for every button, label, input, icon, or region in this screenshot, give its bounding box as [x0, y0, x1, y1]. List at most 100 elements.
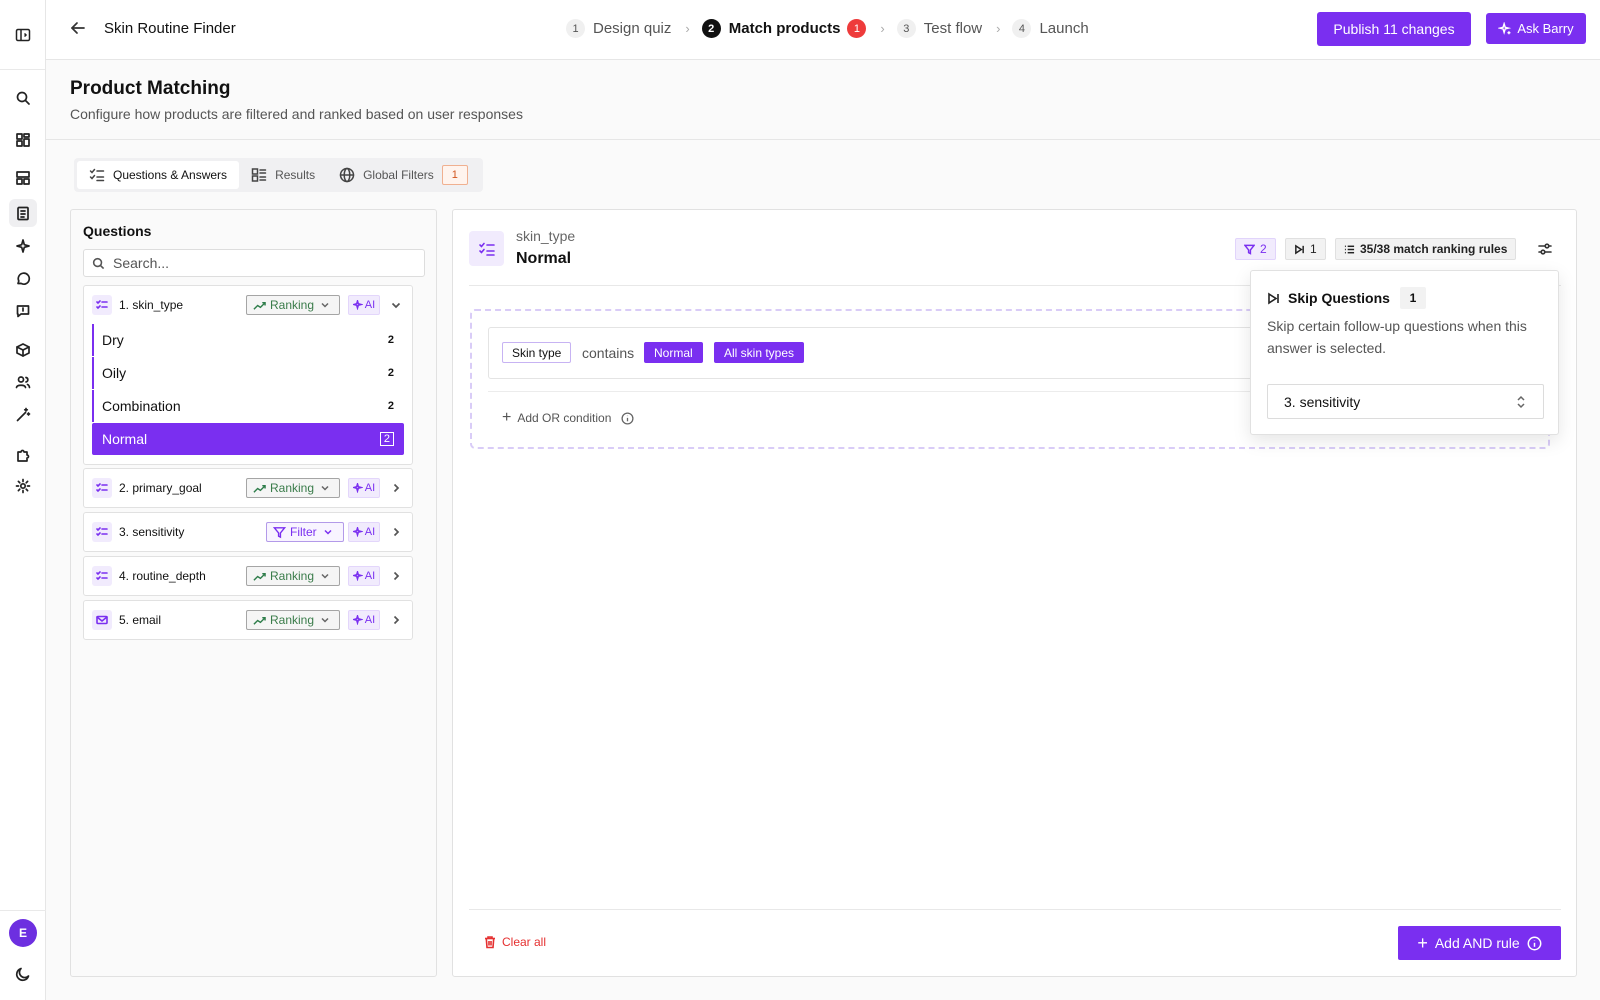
sparkles-icon[interactable]: [9, 232, 37, 260]
step-design-quiz[interactable]: 1 Design quiz: [566, 19, 671, 38]
select-value: 3. sensitivity: [1284, 393, 1361, 410]
mode-dropdown[interactable]: Ranking: [246, 478, 340, 498]
mode-label: Ranking: [270, 481, 315, 495]
chat-icon[interactable]: [9, 265, 37, 293]
message-square-icon[interactable]: [9, 297, 37, 325]
users-icon[interactable]: [9, 368, 37, 396]
search-icon: [92, 257, 105, 269]
step-number: 3: [896, 19, 916, 38]
mode-dropdown[interactable]: Ranking: [246, 566, 340, 586]
search-icon[interactable]: [9, 84, 37, 112]
question-item[interactable]: 5. email Ranking AI: [83, 600, 413, 640]
chevron-right-icon[interactable]: [390, 570, 402, 582]
top-bar: Skin Routine Finder 1 Design quiz › 2 Ma…: [46, 0, 1600, 60]
ai-badge[interactable]: AI: [348, 478, 380, 498]
tab-global-filters[interactable]: Global Filters 1: [327, 161, 480, 189]
ai-label: AI: [364, 570, 376, 582]
search-input[interactable]: [113, 255, 413, 271]
question-item[interactable]: 2. primary_goal Ranking AI: [83, 468, 413, 508]
mode-dropdown[interactable]: Ranking: [246, 610, 340, 630]
mode-label: Ranking: [270, 613, 315, 627]
skip-question-select[interactable]: 3. sensitivity: [1267, 384, 1544, 419]
back-arrow-icon[interactable]: [68, 18, 88, 38]
sparkles-icon: [352, 527, 363, 537]
sparkles-icon: [352, 300, 363, 310]
mode-dropdown[interactable]: Ranking: [246, 295, 340, 315]
dashboard-icon[interactable]: [9, 126, 37, 154]
step-match-products[interactable]: 2 Match products 1: [701, 19, 867, 38]
mode-label: Ranking: [270, 569, 315, 583]
question-item[interactable]: 3. sensitivity Filter AI: [83, 512, 413, 552]
sparkles-icon: [352, 615, 363, 625]
rule-attribute[interactable]: Skin type: [502, 342, 572, 363]
skip-count-chip[interactable]: 1: [1285, 238, 1326, 260]
ask-barry-button[interactable]: Ask Barry: [1486, 13, 1586, 44]
avatar[interactable]: E: [9, 919, 37, 947]
answer-count: 2: [387, 400, 394, 412]
magic-wand-icon[interactable]: [9, 401, 37, 429]
page-title: Product Matching: [70, 78, 231, 99]
question-label: 1. skin_type: [119, 298, 184, 312]
question-item[interactable]: 4. routine_depth Ranking AI: [83, 556, 413, 596]
clear-all-label: Clear all: [502, 935, 547, 949]
quiz-clipboard-icon[interactable]: [9, 199, 37, 227]
step-label: Design quiz: [593, 20, 672, 37]
rule-value-tag[interactable]: Normal: [644, 342, 703, 363]
answer-item-normal[interactable]: Normal 2: [92, 423, 404, 455]
sliders-icon[interactable]: [1537, 241, 1553, 257]
answer-item-combination[interactable]: Combination 2: [92, 390, 404, 422]
step-test-flow[interactable]: 3 Test flow: [896, 19, 983, 38]
question-label: 4. routine_depth: [119, 569, 206, 583]
step-badge: 1: [847, 19, 867, 38]
search-box: [83, 249, 425, 277]
ai-badge[interactable]: AI: [348, 522, 380, 542]
tab-questions-answers[interactable]: Questions & Answers: [77, 161, 240, 189]
gear-icon[interactable]: [9, 472, 37, 500]
step-number: 2: [701, 19, 721, 38]
page-subtitle: Configure how products are filtered and …: [70, 106, 523, 122]
ai-badge[interactable]: AI: [348, 610, 380, 630]
page-header: Product Matching Configure how products …: [46, 60, 1600, 140]
clear-all-button[interactable]: Clear all: [483, 935, 546, 949]
step-label: Test flow: [923, 20, 983, 37]
puzzle-icon[interactable]: [9, 441, 37, 469]
rule-value-tag[interactable]: All skin types: [714, 342, 805, 363]
ai-badge[interactable]: AI: [348, 295, 380, 315]
box-icon[interactable]: [9, 336, 37, 364]
chevron-right-icon[interactable]: [390, 482, 402, 494]
add-or-condition-button[interactable]: + Add OR condition: [502, 410, 634, 426]
mode-dropdown[interactable]: Filter: [266, 522, 344, 542]
mode-label: Filter: [290, 525, 317, 539]
rail-header: [0, 0, 45, 70]
answer-item-dry[interactable]: Dry 2: [92, 324, 404, 356]
skip-questions-popover: Skip Questions 1 Skip certain follow-up …: [1250, 270, 1559, 435]
trending-up-icon: [253, 301, 266, 310]
sidebar-toggle-icon[interactable]: [15, 27, 31, 43]
checklist-icon: [92, 566, 112, 586]
ai-badge[interactable]: AI: [348, 566, 380, 586]
checklist-icon: [92, 522, 112, 542]
sparkles-icon: [1498, 21, 1512, 35]
popover-header: Skip Questions 1: [1267, 287, 1426, 309]
layout-icon[interactable]: [9, 164, 37, 192]
question-header[interactable]: 1. skin_type Ranking AI: [84, 286, 412, 324]
tab-results[interactable]: Results: [239, 161, 327, 189]
chevron-right-icon[interactable]: [390, 614, 402, 626]
ranking-rules-chip[interactable]: 35/38 match ranking rules: [1335, 238, 1517, 260]
chevron-right-icon: ›: [996, 21, 1001, 36]
question-key: skin_type: [516, 228, 576, 244]
filter-count-chip[interactable]: 2: [1235, 238, 1276, 260]
chevron-down-icon: [321, 573, 329, 579]
question-item: 1. skin_type Ranking AI Dry 2 Oily 2 Com…: [83, 285, 413, 465]
chevron-right-icon[interactable]: [390, 526, 402, 538]
rule-operator[interactable]: contains: [582, 345, 634, 361]
chevron-down-icon[interactable]: [390, 299, 402, 311]
answer-label: Combination: [102, 398, 181, 414]
add-and-rule-button[interactable]: + Add AND rule: [1398, 926, 1561, 960]
answer-item-oily[interactable]: Oily 2: [92, 357, 404, 389]
chevron-down-icon: [321, 485, 329, 491]
skip-count: 1: [1310, 242, 1317, 256]
step-launch[interactable]: 4 Launch: [1012, 19, 1089, 38]
publish-button[interactable]: Publish 11 changes: [1317, 12, 1471, 46]
moon-icon[interactable]: [9, 960, 37, 988]
